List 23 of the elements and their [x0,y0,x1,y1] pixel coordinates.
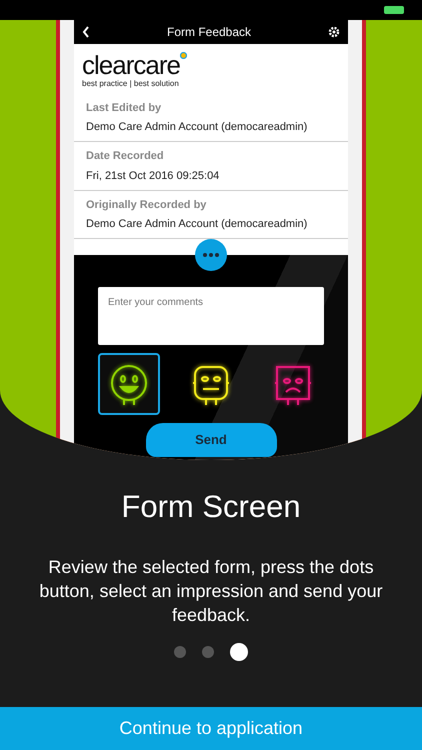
field-label: Last Edited by [86,102,162,116]
comment-field[interactable]: Enter your comments [98,287,324,345]
more-button[interactable] [195,239,227,271]
field-value: Demo Care Admin Account (democareadmin) [86,218,308,232]
back-icon[interactable] [82,26,90,38]
field-label: Originally Recorded by [86,198,208,212]
field-value: Demo Care Admin Account (democareadmin) [86,121,308,134]
send-button[interactable]: Send [146,423,276,457]
page-dot[interactable] [230,643,248,662]
dots-icon [203,253,219,257]
impression-button[interactable] [98,353,160,415]
description-text: Review the selected form, press the dots button, select an impression and send your feedback. [38,556,384,628]
battery-icon [384,5,406,15]
screen-heading: Form Screen [121,488,301,526]
screen-title: Form Feedback [166,24,252,41]
logo-text: clearcare [82,52,180,78]
page-dot[interactable] [202,646,214,658]
settings-icon[interactable] [328,26,340,38]
field-label: Date Recorded [86,150,165,164]
page-dot[interactable] [174,646,186,658]
field-value: Fri, 21st Oct 2016 09:25:04 [86,170,220,183]
logo-tagline: best practice | best solution [82,78,180,90]
continue-button[interactable]: Continue to application [0,707,422,750]
